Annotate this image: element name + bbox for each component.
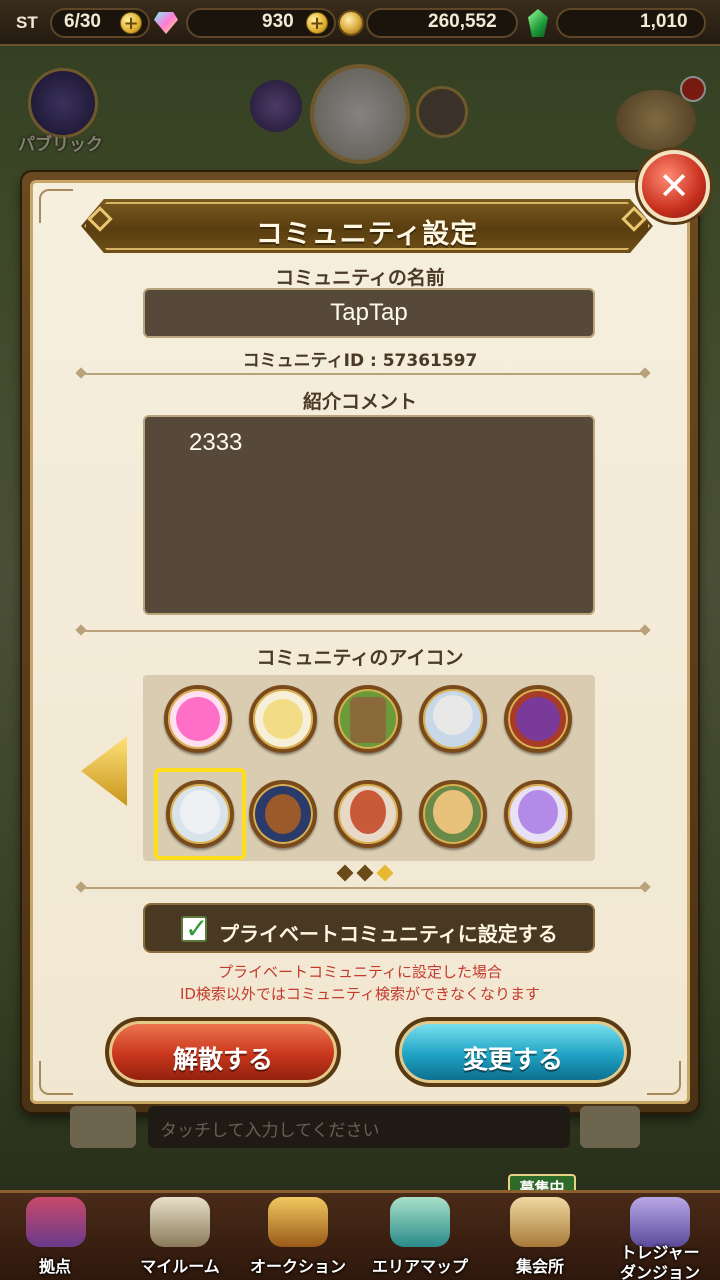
close-icon: ✕ (658, 164, 690, 208)
nav-item-auction[interactable]: オークション (238, 1193, 358, 1280)
icon-option-pink-blob[interactable] (164, 685, 232, 753)
dialog-title: コミュニティ設定 (255, 219, 479, 250)
page-indicator-dot-active (376, 864, 394, 882)
icon-option-skull-knight[interactable] (419, 685, 487, 753)
bottom-nav: 拠点 マイルーム オークション エリアマップ 集会所 トレジャー ダンジョン (0, 1190, 720, 1280)
divider (83, 887, 643, 889)
nav-label-dungeon: ダンジョン (619, 1263, 700, 1280)
page-indicator-dot (356, 864, 374, 882)
comment-label: 紹介コメント (302, 391, 417, 413)
icon-section-label: コミュニティのアイコン (256, 647, 464, 669)
divider (83, 373, 643, 375)
change-button[interactable]: 変更する (395, 1017, 631, 1087)
community-name-field[interactable]: TapTap (143, 288, 595, 338)
notification-badge-icon (680, 76, 706, 102)
public-community-icon (28, 68, 98, 138)
icon-option-red-warrior[interactable] (334, 780, 402, 848)
nav-item-treasure-dungeon[interactable]: トレジャー ダンジョン (600, 1193, 720, 1280)
community-avatar (310, 64, 410, 164)
private-checkbox[interactable]: ✓ (181, 912, 208, 945)
nav-item-myroom[interactable]: マイルーム (120, 1193, 240, 1280)
add-member-icon (416, 86, 468, 138)
private-warning-line1: プライベートコミュニティに設定した場合 (217, 963, 503, 981)
emblem-icon (250, 80, 302, 132)
nav-label-myroom: マイルーム (140, 1257, 220, 1276)
chat-input-bar: タッチして入力してください (0, 1100, 720, 1160)
community-name-label: コミュニティの名前 (275, 267, 445, 289)
icon-option-tanuki[interactable] (249, 780, 317, 848)
private-community-toggle[interactable]: ✓ プライベートコミュニティに設定する (143, 903, 595, 953)
status-bar: ST 6/30 + 930 + 260,552 1,010 (0, 0, 720, 46)
nav-label-gathering-hall: 集会所 (515, 1257, 564, 1276)
nav-label-base: 拠点 (38, 1257, 71, 1276)
corner-ornament (39, 1061, 73, 1095)
stamina-value: 6/30 (64, 11, 101, 32)
divider (83, 630, 643, 632)
page-indicator-dot (336, 864, 354, 882)
gavel-icon (268, 1197, 328, 1247)
gem-icon (154, 12, 178, 34)
community-settings-dialog: コミュニティ設定 コミュニティの名前 TapTap コミュニティID : 573… (22, 172, 698, 1112)
corner-ornament (647, 1061, 681, 1095)
icon-option-purple-hair-girl[interactable] (504, 780, 572, 848)
private-toggle-label: プライベートコミュニティに設定する (219, 922, 558, 946)
nav-item-areamap[interactable]: エリアマップ (360, 1193, 480, 1280)
green-value: 1,010 (640, 11, 688, 32)
castle-icon (26, 1197, 86, 1247)
stamina-label: ST (16, 13, 38, 32)
nav-item-gathering-hall[interactable]: 集会所 (480, 1193, 600, 1280)
gold-value: 260,552 (428, 11, 497, 32)
gems-plus-icon[interactable]: + (306, 12, 328, 34)
disband-button-label: 解散する (172, 1045, 273, 1074)
gathering-hall-icon (510, 1197, 570, 1247)
edit-icon (580, 1106, 640, 1148)
stamina-plus-icon[interactable]: + (120, 12, 142, 34)
close-button[interactable]: ✕ (638, 150, 710, 222)
map-icon (390, 1197, 450, 1247)
nav-label-areamap: エリアマップ (371, 1257, 468, 1276)
comment-textarea[interactable]: 2333 (143, 415, 595, 615)
icon-option-blonde-adventurer[interactable] (419, 780, 487, 848)
dialog-panel: コミュニティ設定 コミュニティの名前 TapTap コミュニティID : 573… (30, 180, 690, 1104)
checkmark-icon: ✓ (185, 912, 209, 945)
gold-coin-icon (338, 10, 364, 36)
public-label: パブリック (18, 135, 103, 155)
icon-option-purple-dragon[interactable] (504, 685, 572, 753)
nav-item-base[interactable]: 拠点 (0, 1193, 110, 1280)
icon-option-cream-creature[interactable] (249, 685, 317, 753)
background-header: パブリック (0, 60, 720, 180)
private-warning-line2: ID検索以外ではコミュニティ検索ができなくなります (179, 985, 541, 1003)
community-id-text: コミュニティID : 57361597 (242, 351, 478, 371)
green-crystal-icon (528, 9, 548, 37)
change-button-label: 変更する (462, 1045, 563, 1074)
gems-value: 930 (262, 11, 294, 32)
disband-button[interactable]: 解散する (105, 1017, 341, 1087)
add-attachment-icon (70, 1106, 136, 1148)
prev-page-arrow-icon[interactable] (81, 736, 127, 806)
nav-label-auction: オークション (249, 1257, 346, 1276)
icon-option-white-hair-girl[interactable] (166, 780, 234, 848)
corner-ornament (39, 189, 73, 223)
icon-option-tree-stump[interactable] (334, 685, 402, 753)
title-banner: コミュニティ設定 (81, 199, 653, 253)
chat-input: タッチして入力してください (148, 1106, 570, 1148)
sword-shield-icon (150, 1197, 210, 1247)
